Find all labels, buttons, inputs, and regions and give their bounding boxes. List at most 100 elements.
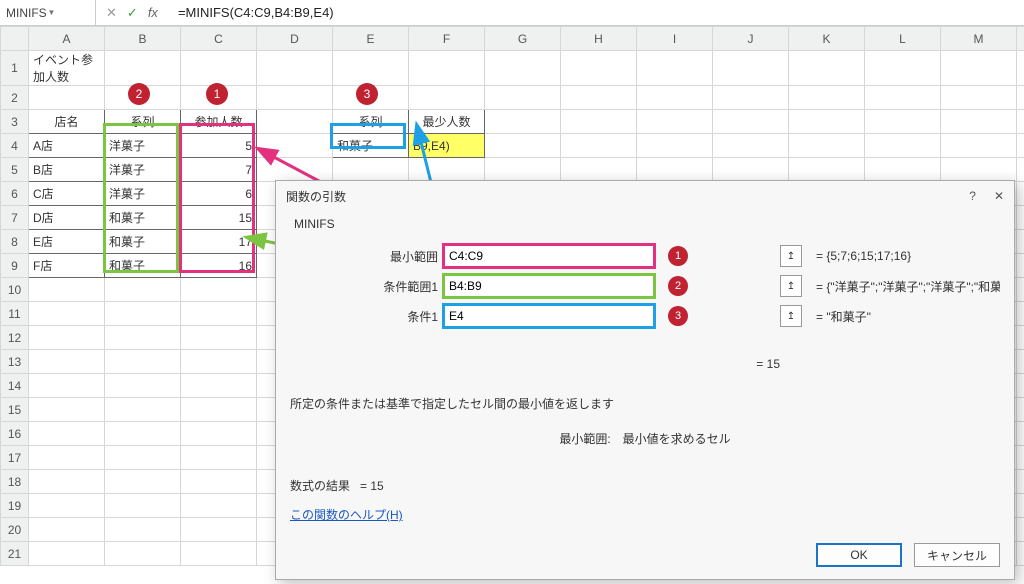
cell[interactable]: 16 [181,254,257,278]
cell[interactable] [181,278,257,302]
range-selector-button[interactable]: ↥ [780,275,802,297]
ok-button[interactable]: OK [816,543,902,567]
cell[interactable] [637,110,713,134]
cell[interactable] [1017,206,1024,230]
row-hdr[interactable]: 6 [1,182,29,206]
cell[interactable]: 6 [181,182,257,206]
col-hdr[interactable]: B [105,27,181,51]
row-hdr[interactable]: 5 [1,158,29,182]
cell[interactable] [941,134,1017,158]
col-hdr[interactable]: F [409,27,485,51]
row-hdr[interactable]: 17 [1,446,29,470]
cell[interactable] [637,51,713,86]
col-hdr[interactable]: H [561,27,637,51]
row-hdr[interactable]: 15 [1,398,29,422]
cell[interactable] [333,158,409,182]
cell[interactable] [181,542,257,566]
cell[interactable] [181,374,257,398]
row-hdr[interactable]: 20 [1,518,29,542]
cell[interactable] [637,158,713,182]
row-hdr[interactable]: 9 [1,254,29,278]
row-hdr[interactable]: 14 [1,374,29,398]
range-selector-button[interactable]: ↥ [780,245,802,267]
cell[interactable] [865,110,941,134]
cell[interactable] [29,374,105,398]
cell[interactable] [1017,86,1024,110]
cell[interactable] [1017,230,1024,254]
cell[interactable] [485,51,561,86]
cell[interactable] [181,494,257,518]
cell[interactable]: 参加人数 [181,110,257,134]
row-hdr[interactable]: 10 [1,278,29,302]
cell[interactable] [713,158,789,182]
cell[interactable] [637,134,713,158]
cell[interactable] [409,86,485,110]
cell[interactable]: A店 [29,134,105,158]
cell[interactable] [333,51,409,86]
cell[interactable] [485,134,561,158]
cell[interactable] [789,110,865,134]
cell[interactable] [713,110,789,134]
col-hdr[interactable]: I [637,27,713,51]
range-selector-button[interactable]: ↥ [780,305,802,327]
col-hdr[interactable]: N [1017,27,1024,51]
cell[interactable] [181,518,257,542]
cell[interactable] [181,446,257,470]
cell[interactable] [941,86,1017,110]
cell[interactable]: D店 [29,206,105,230]
cell[interactable] [29,278,105,302]
cell[interactable] [637,86,713,110]
cell[interactable] [865,86,941,110]
cell[interactable] [561,86,637,110]
cell[interactable]: 7 [181,158,257,182]
cell[interactable] [105,51,181,86]
cell[interactable] [105,470,181,494]
cell[interactable]: 和菓子 [333,134,409,158]
col-hdr[interactable]: J [713,27,789,51]
fx-icon[interactable]: fx [148,5,164,20]
cell[interactable]: 15 [181,206,257,230]
cell[interactable]: 系列 [105,110,181,134]
cell[interactable] [1017,302,1024,326]
cell[interactable] [29,518,105,542]
cell[interactable] [561,134,637,158]
cell[interactable] [865,51,941,86]
cell[interactable]: 和菓子 [105,206,181,230]
cell[interactable] [1017,254,1024,278]
cell[interactable] [865,134,941,158]
cell[interactable] [29,326,105,350]
cell[interactable] [1017,278,1024,302]
cell[interactable] [257,134,333,158]
cell[interactable] [941,51,1017,86]
cell[interactable] [105,278,181,302]
arg-input-criteria[interactable] [444,305,654,327]
arg-input-min-range[interactable] [444,245,654,267]
cell[interactable] [561,51,637,86]
cell[interactable] [1017,158,1024,182]
cell[interactable]: F店 [29,254,105,278]
cell[interactable] [1017,110,1024,134]
cell[interactable] [181,86,257,110]
cell[interactable] [181,51,257,86]
cell[interactable] [1017,51,1024,86]
cell[interactable]: 洋菓子 [105,182,181,206]
cell[interactable] [105,518,181,542]
cell[interactable] [181,326,257,350]
cell[interactable] [941,158,1017,182]
cell[interactable]: 和菓子 [105,254,181,278]
row-hdr[interactable]: 13 [1,350,29,374]
dialog-help-icon[interactable]: ? [969,189,976,203]
cell[interactable] [29,86,105,110]
cell[interactable] [105,494,181,518]
col-hdr[interactable]: K [789,27,865,51]
cell[interactable] [105,374,181,398]
cell[interactable] [1017,350,1024,374]
cancel-button[interactable]: キャンセル [914,543,1000,567]
cell[interactable] [1017,134,1024,158]
cell[interactable] [333,86,409,110]
cell[interactable]: E店 [29,230,105,254]
row-hdr[interactable]: 19 [1,494,29,518]
row-hdr[interactable]: 16 [1,422,29,446]
cell[interactable] [1017,518,1024,542]
cell[interactable] [105,326,181,350]
